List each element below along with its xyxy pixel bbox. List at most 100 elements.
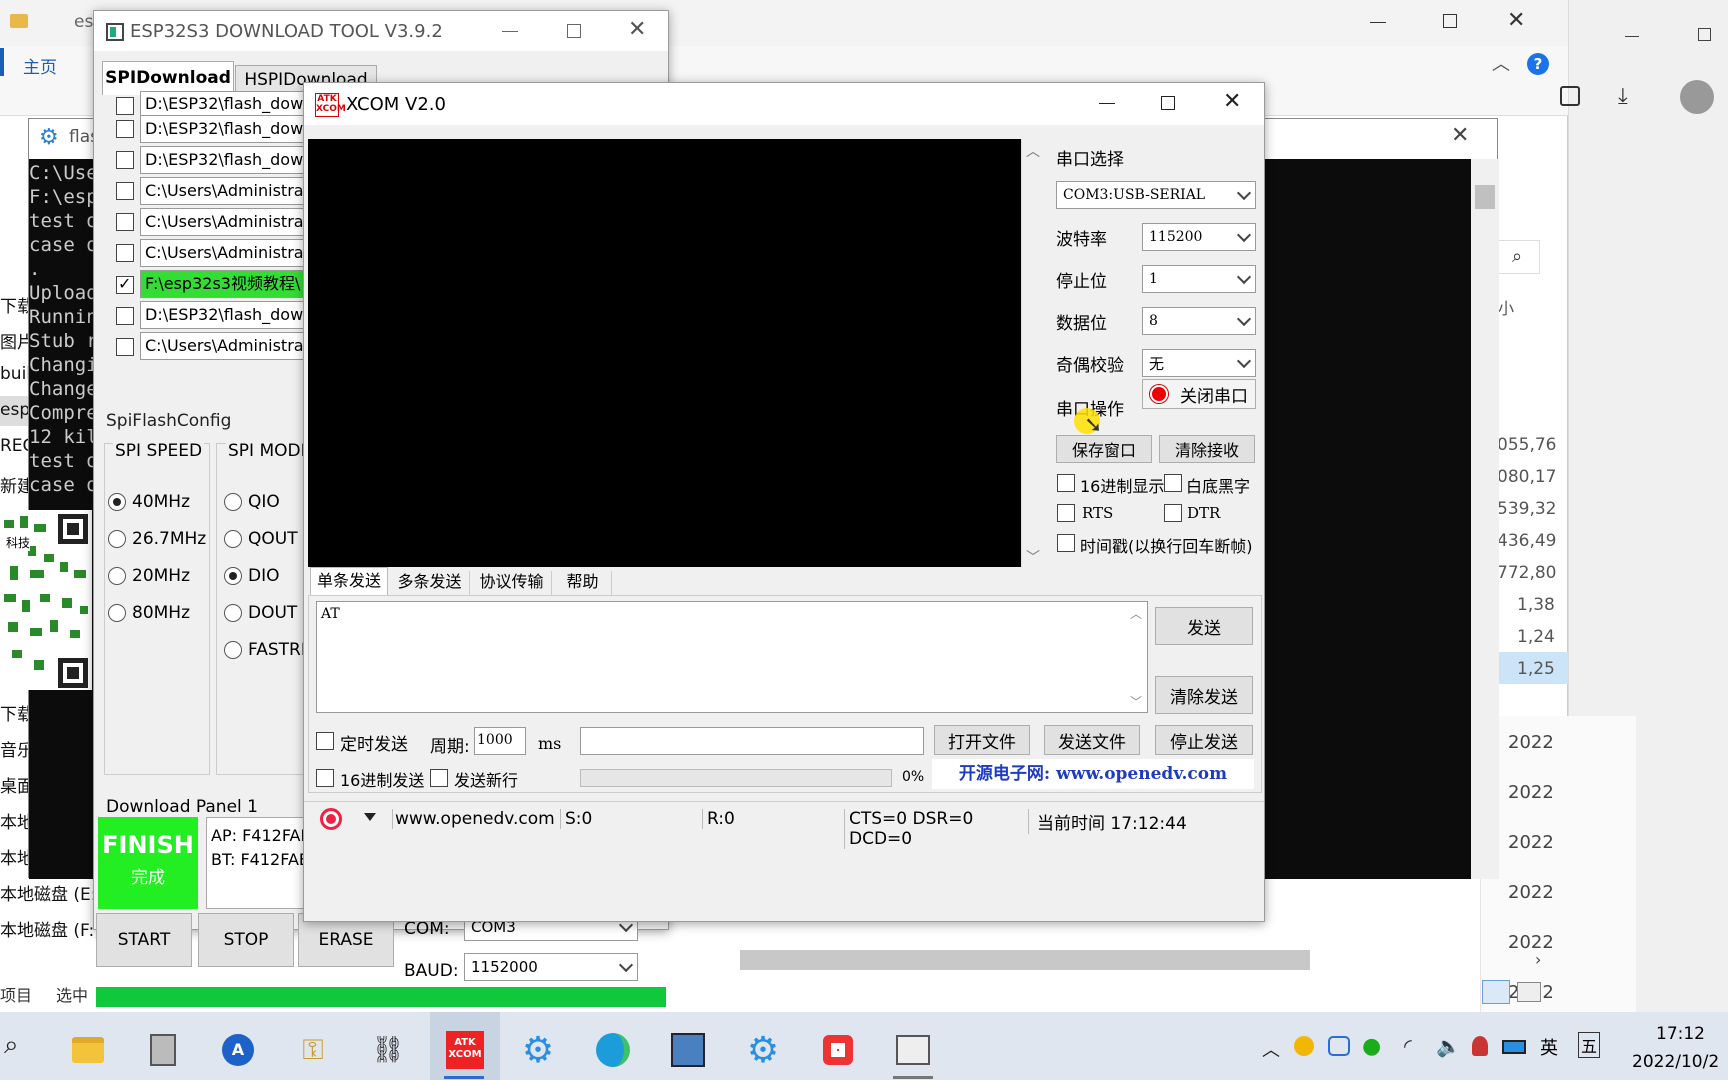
file-checkbox-checked[interactable] bbox=[116, 274, 134, 294]
mode-radio-dout[interactable] bbox=[224, 604, 242, 622]
receive-scrollbar[interactable] bbox=[1021, 139, 1043, 567]
tab-help[interactable]: 帮助 bbox=[554, 571, 612, 595]
help-icon[interactable]: ? bbox=[1527, 53, 1549, 75]
dtr-checkbox[interactable] bbox=[1164, 504, 1182, 522]
speed-radio-40[interactable] bbox=[108, 493, 126, 511]
timestamp-checkbox[interactable] bbox=[1057, 534, 1075, 552]
file-path-field-selected[interactable]: F:\esp32s3视频教程\ bbox=[140, 270, 312, 298]
tab-multi-send[interactable]: 多条发送 bbox=[390, 571, 470, 595]
file-checkbox[interactable] bbox=[116, 120, 134, 138]
port-select[interactable]: COM3:USB-SERIAL bbox=[1056, 181, 1256, 209]
timed-send-checkbox[interactable] bbox=[316, 732, 334, 750]
nav-item[interactable]: 本地磁盘 (E:) bbox=[0, 880, 103, 905]
nav-item[interactable]: esp bbox=[0, 400, 30, 420]
explorer-close-button[interactable]: ✕ bbox=[1507, 8, 1525, 33]
xcom-taskbar-icon[interactable]: ATK XCOM bbox=[445, 1030, 485, 1070]
clock-date[interactable]: 2022/10/2 bbox=[1632, 1052, 1728, 1072]
wechat-icon[interactable]: ● bbox=[1362, 1034, 1381, 1059]
calculator-icon[interactable] bbox=[143, 1030, 183, 1070]
wifi-icon[interactable]: ◜ bbox=[1404, 1034, 1412, 1058]
settings-gear-icon[interactable]: ⚙ bbox=[518, 1030, 558, 1071]
mode-radio-dio[interactable] bbox=[224, 567, 242, 585]
speed-radio-20[interactable] bbox=[108, 567, 126, 585]
send-file-button[interactable]: 发送文件 bbox=[1044, 725, 1140, 755]
scroll-down-icon[interactable]: ﹀ bbox=[1026, 547, 1040, 567]
cmd-scroll-thumb[interactable] bbox=[1475, 185, 1495, 209]
file-path-field[interactable]: D:\ESP32\flash_down bbox=[140, 301, 312, 329]
cmd-close-button[interactable]: ✕ bbox=[1451, 123, 1469, 148]
hex-send-checkbox[interactable] bbox=[316, 769, 334, 787]
clear-send-button[interactable]: 清除发送 bbox=[1155, 676, 1253, 714]
volume-icon[interactable]: 🔈 bbox=[1436, 1034, 1461, 1058]
mode-radio-qout[interactable] bbox=[224, 530, 242, 548]
tab-single-send[interactable]: 单条发送 bbox=[310, 567, 388, 595]
send-scroll-up-icon[interactable]: ︿ bbox=[1130, 605, 1142, 622]
send-newline-checkbox[interactable] bbox=[430, 769, 448, 787]
file-checkbox[interactable] bbox=[116, 244, 134, 262]
tab-protocol[interactable]: 协议传输 bbox=[472, 571, 552, 595]
network-tool-icon[interactable]: ⛓ bbox=[368, 1030, 408, 1070]
record-app-icon[interactable] bbox=[818, 1030, 858, 1070]
status-dropdown-icon[interactable] bbox=[364, 813, 376, 821]
speed-radio-80[interactable] bbox=[108, 604, 126, 622]
stop-send-button[interactable]: 停止发送 bbox=[1155, 725, 1253, 755]
settings-gear-icon-2[interactable]: ⚙ bbox=[743, 1030, 783, 1071]
download-tool-taskbar-icon[interactable] bbox=[893, 1030, 933, 1070]
file-explorer-icon[interactable] bbox=[68, 1030, 108, 1070]
nav-item[interactable]: buil bbox=[0, 364, 31, 384]
baud-rate-select[interactable]: 115200 bbox=[1142, 223, 1256, 251]
horizontal-scrollbar-thumb[interactable] bbox=[740, 950, 1310, 970]
xcom-maximize-button[interactable] bbox=[1161, 96, 1175, 110]
ime-mode[interactable]: 五 bbox=[1578, 1032, 1601, 1058]
open-file-button[interactable]: 打开文件 bbox=[934, 725, 1030, 755]
file-path-input[interactable] bbox=[580, 727, 924, 755]
send-scroll-down-icon[interactable]: ﹀ bbox=[1130, 693, 1142, 710]
xcom-close-button[interactable]: ✕ bbox=[1223, 89, 1241, 114]
battery-icon[interactable] bbox=[1502, 1040, 1526, 1054]
period-input[interactable]: 1000 bbox=[474, 727, 526, 755]
tiles-view-icon[interactable] bbox=[1517, 982, 1541, 1002]
baud-select[interactable]: 1152000 bbox=[464, 953, 638, 981]
file-path-field[interactable]: D:\ESP32\flash_down bbox=[140, 115, 312, 143]
file-checkbox[interactable] bbox=[116, 338, 134, 356]
send-input[interactable]: AT bbox=[316, 601, 1148, 713]
file-checkbox[interactable] bbox=[116, 182, 134, 200]
file-checkbox[interactable] bbox=[116, 213, 134, 231]
tray-cloud-icon[interactable] bbox=[1328, 1036, 1350, 1056]
tray-chevron-up-icon[interactable]: ︿ bbox=[1262, 1036, 1280, 1062]
scroll-up-icon[interactable]: ︿ bbox=[1026, 141, 1040, 161]
details-view-icon[interactable] bbox=[1482, 980, 1510, 1004]
file-path-field[interactable]: C:\Users\Administrat bbox=[140, 208, 312, 236]
record-icon[interactable] bbox=[320, 808, 342, 830]
parity-select[interactable]: 无 bbox=[1142, 349, 1256, 377]
right-panel-minimize[interactable] bbox=[1625, 36, 1639, 37]
clear-receive-button[interactable]: 清除接收 bbox=[1159, 435, 1255, 463]
key-tool-icon[interactable]: ⚿ bbox=[293, 1030, 333, 1070]
file-checkbox[interactable] bbox=[116, 97, 134, 115]
avatar[interactable] bbox=[1680, 80, 1714, 114]
start-button[interactable]: START bbox=[96, 913, 192, 967]
download-check-icon[interactable]: ⤓ bbox=[1618, 84, 1628, 109]
clock-time[interactable]: 17:12 bbox=[1656, 1024, 1705, 1044]
file-checkbox[interactable] bbox=[116, 151, 134, 169]
hex-display-checkbox[interactable] bbox=[1057, 474, 1075, 492]
search-icon[interactable]: ⌕ bbox=[4, 1030, 19, 1061]
data-bits-select[interactable]: 8 bbox=[1142, 307, 1256, 335]
file-path-field[interactable]: C:\Users\Administrat bbox=[140, 239, 312, 267]
search-icon[interactable]: ⌕ bbox=[1512, 246, 1522, 267]
file-path-field[interactable]: C:\Users\Administrat bbox=[140, 177, 312, 205]
esp-close-button[interactable]: ✕ bbox=[628, 17, 646, 42]
close-port-button[interactable]: 关闭串口 bbox=[1142, 379, 1256, 409]
ime-language[interactable]: 英 bbox=[1540, 1034, 1558, 1060]
xcom-minimize-button[interactable] bbox=[1099, 103, 1115, 104]
tray-app-icon[interactable] bbox=[1294, 1036, 1314, 1056]
edge-browser-icon[interactable] bbox=[593, 1030, 633, 1070]
mode-radio-qio[interactable] bbox=[224, 493, 242, 511]
chevron-right-icon[interactable]: › bbox=[1535, 950, 1541, 969]
file-path-field[interactable]: D:\ESP32\flash_down bbox=[140, 146, 312, 174]
right-panel-maximize[interactable] bbox=[1698, 28, 1711, 41]
tab-spidownload[interactable]: SPIDownload bbox=[102, 61, 234, 95]
esp-minimize-button[interactable] bbox=[502, 31, 518, 32]
openedv-banner[interactable]: 开源电子网: www.openedv.com bbox=[932, 759, 1254, 789]
esp-maximize-button[interactable] bbox=[567, 24, 581, 38]
